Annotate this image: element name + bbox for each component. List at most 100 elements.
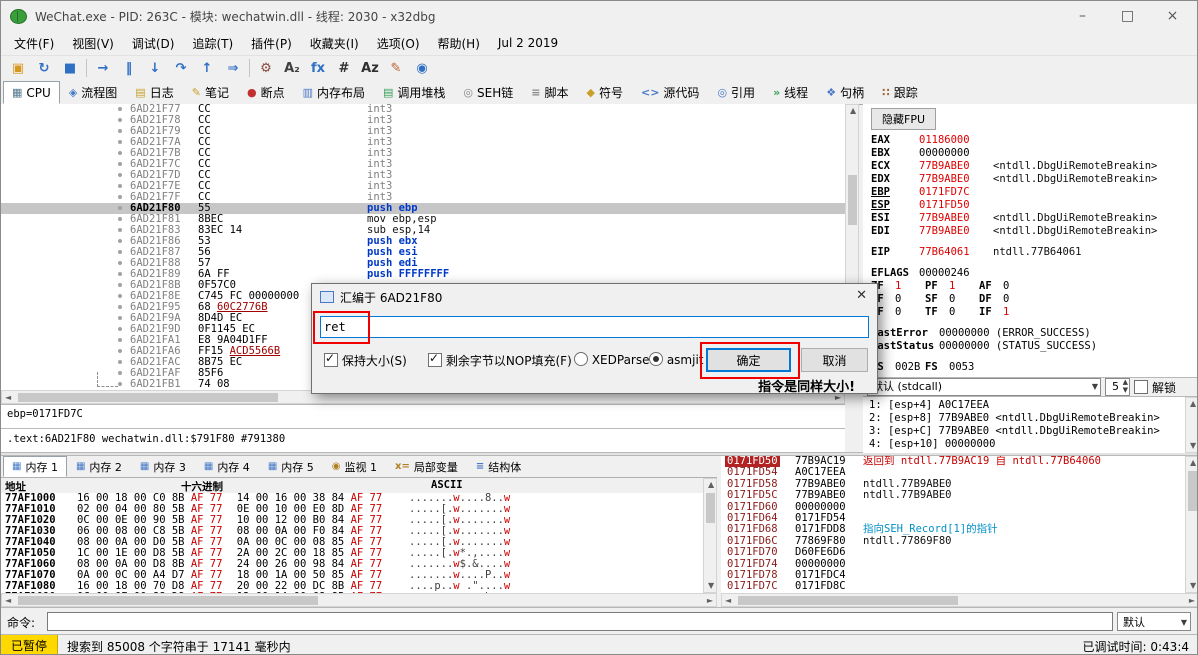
flag-df[interactable]: DF (979, 293, 1003, 306)
stack-hscrollbar[interactable]: ◄ ► (721, 593, 1198, 607)
disasm-row[interactable]: 6AD21F8383EC 14sub esp,14 (1, 225, 845, 236)
breakpoint-dot-icon[interactable] (118, 250, 122, 254)
flag-tf[interactable]: TF (925, 306, 949, 319)
unlock-checkbox[interactable] (1134, 380, 1148, 394)
tab-threads[interactable]: »线程 (764, 81, 817, 104)
tab-graph[interactable]: ◈流程图 (60, 81, 126, 104)
stack-view[interactable]: 0171FD5077B9AC19返回到 ntdll.77B9AC19 自 ntd… (721, 456, 1185, 593)
breakpoint-dot-icon[interactable] (118, 140, 122, 144)
stack-row[interactable]: 0171FD5877B9ABE0ntdll.77B9ABE0 (721, 479, 1185, 490)
tab-breakpoints[interactable]: ●断点 (238, 81, 294, 104)
register-ebx[interactable]: EBX00000000 (871, 147, 1198, 160)
settings-gear-button[interactable]: ⚙ (253, 57, 279, 79)
tab-symbols[interactable]: ◆符号 (578, 81, 632, 104)
argument-row[interactable]: 3: [esp+C] 77B9ABE0 <ntdll.DbgUiRemoteBr… (869, 425, 1198, 438)
stack-row[interactable]: 0171FD54A0C17EEA (721, 467, 1185, 478)
breakpoint-dot-icon[interactable] (118, 118, 122, 122)
nop-fill-checkbox[interactable]: 剩余字节以NOP填充(F) (428, 352, 572, 369)
memory-vscrollbar[interactable]: ▲ ▼ (703, 478, 717, 593)
breakpoint-dot-icon[interactable] (118, 338, 122, 342)
stack-vscrollbar[interactable]: ▲ ▼ (1185, 456, 1198, 593)
breakpoint-dot-icon[interactable] (118, 107, 122, 111)
register-ecx[interactable]: ECX77B9ABE0<ntdll.DbgUiRemoteBreakin> (871, 160, 1198, 173)
az-button[interactable]: Az (357, 57, 383, 79)
breakpoint-dot-icon[interactable] (118, 261, 122, 265)
register-eax[interactable]: EAX01186000 (871, 134, 1198, 147)
register-ebp[interactable]: EBP0171FD7C (871, 186, 1198, 199)
menu-help[interactable]: 帮助(H) (429, 32, 489, 55)
assemble-dialog-titlebar[interactable]: 汇编于 6AD21F80 ✕ (312, 284, 877, 310)
breakpoint-dot-icon[interactable] (118, 371, 122, 375)
register-esp[interactable]: ESP0171FD50 (871, 199, 1198, 212)
tab-seh[interactable]: ◎SEH链 (454, 81, 522, 104)
tab-handles[interactable]: ❖句柄 (817, 81, 873, 104)
disasm-row[interactable]: 6AD21F79CCint3 (1, 126, 845, 137)
stack-row[interactable]: 0171FD6C77869F80ntdll.77869F80 (721, 536, 1185, 547)
disasm-vscroll-thumb[interactable] (848, 175, 857, 225)
arg-count-spinner[interactable]: 5 ▲▼ (1105, 378, 1130, 396)
stop-button[interactable]: ■ (57, 57, 83, 79)
breakpoint-dot-icon[interactable] (118, 173, 122, 177)
minimize-button[interactable]: – (1060, 1, 1105, 31)
disasm-row[interactable]: 6AD21F7ECCint3 (1, 181, 845, 192)
xedparse-radio[interactable]: XEDParse (574, 352, 650, 367)
checkbox-icon[interactable] (428, 353, 442, 367)
keep-size-checkbox[interactable]: 保持大小(S) (324, 352, 407, 369)
register-edi[interactable]: EDI77B9ABE0<ntdll.DbgUiRemoteBreakin> (871, 225, 1198, 238)
breakpoint-dot-icon[interactable] (118, 239, 122, 243)
dialog-close-icon[interactable]: ✕ (856, 288, 867, 303)
convention-combobox[interactable]: 默认 (stdcall) ▼ (867, 378, 1101, 396)
memory-hscroll-thumb[interactable] (18, 596, 318, 605)
breakpoint-dot-icon[interactable] (118, 360, 122, 364)
menu-options[interactable]: 选项(O) (368, 32, 429, 55)
flag-sf[interactable]: SF (925, 293, 949, 306)
breakpoint-dot-icon[interactable] (118, 129, 122, 133)
stack-hscroll-thumb[interactable] (738, 596, 958, 605)
stack-row[interactable]: 0171FD6000000000 (721, 502, 1185, 513)
hash-button[interactable]: # (331, 57, 357, 79)
run-button[interactable]: → (90, 57, 116, 79)
stack-vscroll-thumb[interactable] (1188, 471, 1197, 511)
breakpoint-dot-icon[interactable] (118, 305, 122, 309)
args-vscrollbar[interactable]: ▲ ▼ (1185, 397, 1198, 453)
disasm-row[interactable]: 6AD21F7BCCint3 (1, 148, 845, 159)
menu-plugins[interactable]: 插件(P) (242, 32, 301, 55)
breakpoint-dot-icon[interactable] (118, 316, 122, 320)
disasm-row[interactable]: 6AD21F7DCCint3 (1, 170, 845, 181)
menu-build-date[interactable]: Jul 2 2019 (489, 33, 567, 53)
step-over-button[interactable]: ↷ (168, 57, 194, 79)
flag-af[interactable]: AF (979, 280, 1003, 293)
open-file-button[interactable]: ▣ (5, 57, 31, 79)
tab-source[interactable]: <>源代码 (632, 81, 708, 104)
tab-script[interactable]: ≡脚本 (522, 81, 577, 104)
segment-registers-row[interactable]: GS002BFS0053 (871, 361, 1198, 374)
breakpoint-dot-icon[interactable] (118, 272, 122, 276)
memory-dump-view[interactable]: 77AF100016 00 18 00 C0 8B AF 77 14 00 16… (1, 493, 703, 593)
tab-notes[interactable]: ✎笔记 (183, 81, 238, 104)
last-error-row[interactable]: LastError00000000 (ERROR_SUCCESS) (871, 327, 1198, 340)
disasm-row[interactable]: 6AD21F896A FFpush FFFFFFFF (1, 269, 845, 280)
disasm-row[interactable]: 6AD21F8653push ebx (1, 236, 845, 247)
breakpoint-dot-icon[interactable] (118, 217, 122, 221)
disasm-hscroll-thumb[interactable] (18, 393, 278, 402)
menu-file[interactable]: 文件(F) (5, 32, 63, 55)
tab-struct[interactable]: ≡结构体 (467, 456, 530, 477)
argument-row[interactable]: 2: [esp+8] 77B9ABE0 <ntdll.DbgUiRemoteBr… (869, 412, 1198, 425)
register-edx[interactable]: EDX77B9ABE0<ntdll.DbgUiRemoteBreakin> (871, 173, 1198, 186)
tab-dump-2[interactable]: ▦内存 2 (67, 456, 131, 477)
stack-row[interactable]: 0171FD5077B9AC19返回到 ntdll.77B9AC19 自 ntd… (721, 456, 1185, 467)
step-out-button[interactable]: ↑ (194, 57, 220, 79)
argument-row[interactable]: 1: [esp+4] A0C17EEA (869, 399, 1198, 412)
menu-view[interactable]: 视图(V) (63, 32, 123, 55)
breakpoint-dot-icon[interactable] (118, 382, 122, 386)
breakpoint-dot-icon[interactable] (118, 327, 122, 331)
maximize-button[interactable]: □ (1105, 1, 1150, 31)
menu-debug[interactable]: 调试(D) (123, 32, 184, 55)
step-into-button[interactable]: ↓ (142, 57, 168, 79)
uppercase-button[interactable]: A₂ (279, 57, 305, 79)
breakpoint-dot-icon[interactable] (118, 206, 122, 210)
memory-vscroll-thumb[interactable] (706, 493, 715, 523)
disasm-row[interactable]: 6AD21F77CCint3 (1, 104, 845, 115)
tab-trace[interactable]: ∷跟踪 (873, 81, 927, 104)
tab-watch-1[interactable]: ◉监视 1 (323, 456, 386, 477)
